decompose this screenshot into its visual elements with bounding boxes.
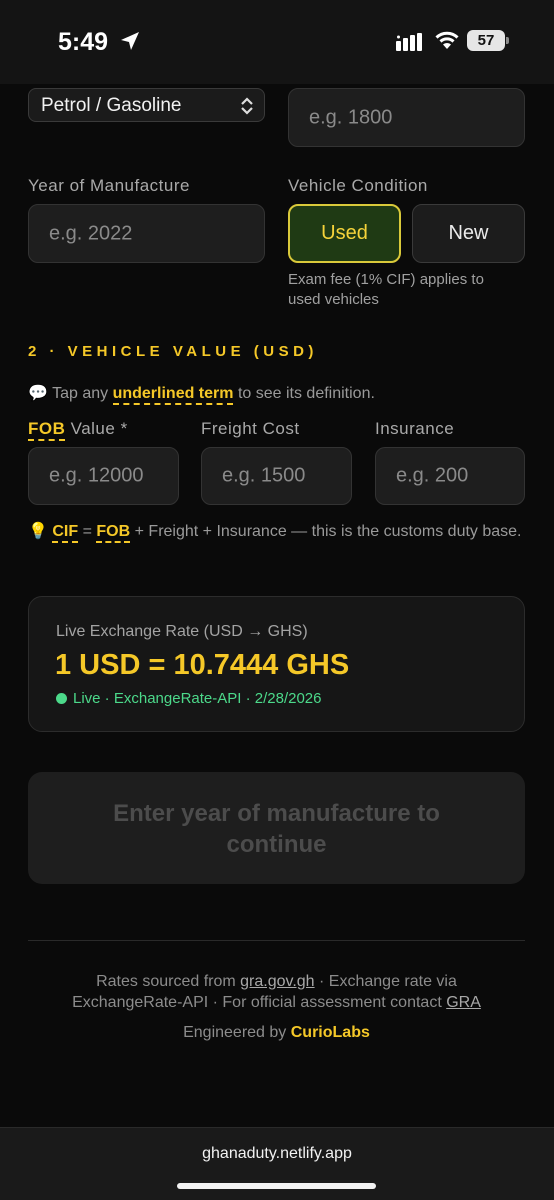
condition-label: Vehicle Condition [288,176,428,195]
lightbulb-icon: 💡 [28,523,48,540]
gra-website-link[interactable]: gra.gov.gh [240,973,314,990]
fuel-type-select[interactable]: Petrol / Gasoline [28,88,265,122]
fob-label-rest: Value * [70,419,128,438]
exchange-rate-card: Live Exchange Rate (USD → GHS) 1 USD = 1… [28,596,525,732]
section-title: 2 · VEHICLE VALUE (USD) [28,343,318,360]
fob-term[interactable]: FOB [28,419,66,441]
underlined-term-example[interactable]: underlined term [112,385,234,405]
status-bar: 5:49 57 [0,0,554,84]
footer-divider [28,940,525,941]
fob-term-formula[interactable]: FOB [96,523,131,543]
fob-placeholder: e.g. 12000 [49,464,144,487]
condition-new-button[interactable]: New [412,204,525,263]
home-indicator[interactable] [177,1183,376,1189]
freight-placeholder: e.g. 1500 [222,464,306,487]
cif-formula: 💡 CIF = FOB + Freight + Insurance — this… [28,521,525,543]
exam-fee-note-line1: Exam fee (1% CIF) applies to [288,271,484,288]
footer-line2: ExchangeRate-API · For official assessme… [72,994,442,1011]
browser-address-bar[interactable]: ghanaduty.netlify.app [0,1127,554,1200]
footer-pre: Rates sourced from [96,973,236,990]
browser-url[interactable]: ghanaduty.netlify.app [0,1145,554,1163]
curiolabs-link[interactable]: CurioLabs [291,1024,370,1041]
exam-fee-note: Exam fee (1% CIF) applies to used vehicl… [288,270,484,310]
gra-contact-link[interactable]: GRA [446,994,481,1011]
continue-button[interactable]: Enter year of manufacture to continue [28,772,525,884]
wifi-icon [435,31,459,49]
fob-label: FOB Value * [28,419,128,441]
year-placeholder: e.g. 2022 [49,222,133,244]
engine-capacity-placeholder: e.g. 1800 [309,106,393,128]
hint-pre: Tap any [52,385,109,402]
speech-bubble-icon: 💬 [28,385,48,402]
formula-rest: + Freight + Insurance — this is the cust… [134,523,444,540]
insurance-label: Insurance [375,419,455,438]
fuel-type-value: Petrol / Gasoline [41,95,182,116]
definition-hint: 💬 Tap any underlined term to see its def… [28,383,375,405]
live-dot-icon [56,693,67,704]
exchange-rate-status-text: Live · ExchangeRate-API · 2/28/2026 [73,690,322,707]
exchange-rate-status: Live · ExchangeRate-API · 2/28/2026 [56,690,321,707]
exchange-rate-value: 1 USD = 10.7444 GHS [55,649,350,681]
location-arrow-icon [121,32,139,50]
exchange-rate-label: Live Exchange Rate (USD → GHS) [56,623,308,640]
continue-button-line2: continue [226,831,327,858]
fob-input[interactable]: e.g. 12000 [28,447,179,505]
formula-equals: = [82,523,92,540]
footer-credit: Engineered by CurioLabs [28,1022,525,1043]
insurance-placeholder: e.g. 200 [396,464,469,487]
formula-rest-2: duty base. [447,523,522,540]
year-input[interactable]: e.g. 2022 [28,204,265,263]
continue-button-line1: Enter year of manufacture to [113,800,440,827]
cellular-signal-icon [396,33,422,51]
footer-mid: · Exchange rate via [319,973,457,990]
cif-term[interactable]: CIF [52,523,79,543]
hint-post: to see its definition. [237,385,375,402]
condition-used-button[interactable]: Used [288,204,401,263]
battery-tip [506,37,509,44]
exam-fee-note-line2: used vehicles [288,291,379,308]
footer-engineered: Engineered by [183,1024,287,1041]
insurance-input[interactable]: e.g. 200 [375,447,525,505]
freight-label: Freight Cost [201,419,300,438]
clock: 5:49 [58,28,109,56]
freight-input[interactable]: e.g. 1500 [201,447,352,505]
year-label: Year of Manufacture [28,176,190,195]
battery-icon: 57 [467,30,505,51]
footer-sources: Rates sourced from gra.gov.gh · Exchange… [28,971,525,1013]
chevron-up-down-icon [241,97,253,115]
engine-capacity-input[interactable]: e.g. 1800 [288,88,525,147]
